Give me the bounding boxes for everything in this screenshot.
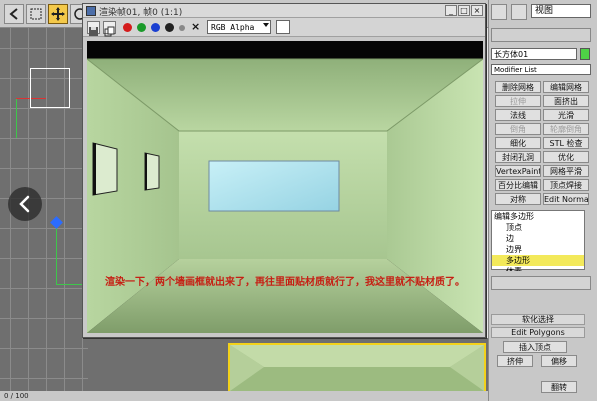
delete-mesh-button[interactable]: 删除网格 [495, 81, 541, 93]
smooth-button[interactable]: 光滑 [543, 109, 589, 121]
wall-frame-left-2 [144, 152, 160, 191]
cap-holes-button[interactable]: 封闭孔洞 [495, 151, 541, 163]
channel-select[interactable]: RGB Alpha [207, 20, 271, 34]
flip-button[interactable]: 翻转 [541, 381, 577, 393]
insert-vertex-button[interactable]: 插入顶点 [503, 341, 567, 353]
gizmo-handle[interactable] [50, 216, 63, 229]
copy-icon [104, 26, 115, 37]
selected-object-wire [30, 68, 70, 108]
stack-item-vertex[interactable]: 顶点 [492, 222, 584, 233]
mono-channel-toggle[interactable] [179, 25, 185, 31]
render-output: 渲染一下，两个墙画框就出来了，再往里面贴材质就行了，我这里就不贴材质了。 [87, 41, 483, 333]
tessellate-button[interactable]: 细化 [495, 137, 541, 149]
chamfer-button[interactable]: 倒角 [495, 123, 541, 135]
command-panel: 视图 长方体01 Modifier List 删除网格 编辑网格 拉伸 面挤出 … [488, 0, 597, 401]
stack-item-edge[interactable]: 边 [492, 233, 584, 244]
vertex-weld-button[interactable]: 顶点焊接 [543, 179, 589, 191]
app-icon [86, 6, 96, 16]
render-window-titlebar[interactable]: 渲染帧01, 帧0 (1:1) _ □ × [83, 4, 485, 18]
gizmo-y-axis [56, 224, 57, 284]
axis-y-line [16, 98, 17, 138]
soft-selection-rollout[interactable]: 软化选择 [491, 314, 585, 325]
green-channel-toggle[interactable] [137, 23, 146, 32]
offset-button[interactable]: 偏移 [541, 355, 577, 367]
back-arrow-button[interactable] [4, 4, 24, 24]
chevron-down-icon [263, 23, 269, 27]
maximize-button[interactable]: □ [458, 5, 470, 16]
stack-item-element[interactable]: 体素 [492, 266, 584, 271]
copy-button[interactable] [103, 21, 116, 37]
stack-item-border[interactable]: 边界 [492, 244, 584, 255]
blue-channel-toggle[interactable] [151, 23, 160, 32]
stack-item-edit-poly[interactable]: 编辑多边形 [492, 211, 584, 222]
red-channel-toggle[interactable] [123, 23, 132, 32]
frame-counter: 0 / 100 [4, 392, 29, 400]
edit-mesh-button[interactable]: 编辑网格 [543, 81, 589, 93]
modify-tab[interactable] [511, 4, 527, 20]
select-button[interactable] [26, 4, 46, 24]
perspective-viewport[interactable] [228, 343, 486, 393]
stack-controls[interactable] [491, 276, 591, 290]
save-icon [89, 27, 98, 36]
edit-polygons-rollout[interactable]: Edit Polygons [491, 327, 585, 338]
perspective-room-preview [230, 345, 484, 391]
stack-item-polygon[interactable]: 多边形 [492, 255, 584, 266]
optimize-button[interactable]: 优化 [543, 151, 589, 163]
clear-button[interactable]: × [191, 20, 200, 33]
wall-frame-center [208, 160, 340, 212]
symmetry-button[interactable]: 对称 [495, 193, 541, 205]
object-color-swatch[interactable] [580, 48, 590, 60]
modifier-list-dropdown[interactable]: Modifier List [491, 64, 591, 75]
render-frame-window: 渲染帧01, 帧0 (1:1) _ □ × × RGB Alpha 渲染一下，两… [82, 3, 486, 338]
bevel-profile-button[interactable]: 轮廓倒角 [543, 123, 589, 135]
back-arrow-icon [9, 8, 18, 20]
object-name-field[interactable]: 长方体01 [491, 48, 577, 60]
edit-normal-button[interactable]: Edit Normal [543, 193, 589, 205]
select-icon [30, 8, 42, 20]
render-window-title: 渲染帧01, 帧0 (1:1) [99, 8, 183, 18]
close-button[interactable]: × [471, 5, 483, 16]
prev-button[interactable] [8, 187, 42, 221]
gizmo-x-axis [56, 284, 84, 285]
view-dropdown[interactable]: 视图 [531, 4, 591, 18]
mesh-smooth-button[interactable]: 网格平滑 [543, 165, 589, 177]
create-tab[interactable] [491, 4, 507, 20]
prev-chevron-icon [19, 195, 30, 213]
modifier-stack: 编辑多边形 顶点 边 边界 多边形 体素 [491, 210, 585, 271]
face-extrude-button[interactable]: 面挤出 [543, 95, 589, 107]
move-button[interactable] [48, 4, 68, 24]
normal-button[interactable]: 法线 [495, 109, 541, 121]
move-icon [51, 7, 65, 21]
alpha-channel-toggle[interactable] [165, 23, 174, 32]
render-toolbar: × RGB Alpha [83, 18, 485, 37]
minimize-button[interactable]: _ [445, 5, 457, 16]
percent-edit-button[interactable]: 百分比编辑 [495, 179, 541, 191]
render-caption: 渲染一下，两个墙画框就出来了，再往里面贴材质就行了，我这里就不贴材质了。 [105, 277, 465, 288]
save-button[interactable] [87, 21, 100, 36]
extrude-button[interactable]: 拉伸 [495, 95, 541, 107]
color-swatch[interactable] [276, 20, 290, 34]
wall-frame-left-1 [92, 142, 118, 196]
vertex-paint-button[interactable]: VertexPaint [495, 165, 541, 177]
panel-tabs[interactable] [491, 28, 591, 42]
stl-check-button[interactable]: STL 检查 [543, 137, 589, 149]
status-bar: 0 / 100 [0, 391, 488, 401]
extrude-poly-button[interactable]: 挤伸 [497, 355, 533, 367]
